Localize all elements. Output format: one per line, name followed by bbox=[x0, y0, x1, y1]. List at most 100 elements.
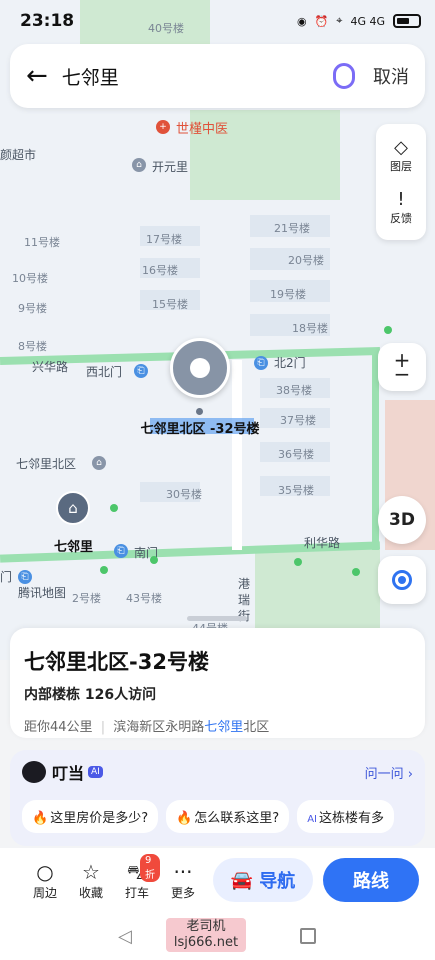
voice-mic-icon[interactable] bbox=[333, 63, 355, 89]
location-icon: ⌖ bbox=[336, 14, 343, 27]
address-prefix: 滨海新区永明路 bbox=[113, 720, 205, 735]
poi-north-gate2[interactable]: 北2门 bbox=[274, 354, 306, 371]
gate-icon: ⎗ bbox=[254, 356, 268, 370]
place-address: 距你44公里 | 滨海新区永明路七邻里北区 bbox=[24, 716, 411, 735]
address-suffix: 北区 bbox=[243, 720, 270, 735]
feedback-icon: ! bbox=[397, 189, 405, 210]
locate-icon bbox=[392, 570, 412, 590]
poi-supermarket[interactable]: 颜超市 bbox=[0, 146, 36, 163]
watermark: 老司机 lsj666.net bbox=[166, 918, 246, 952]
taxi-button[interactable]: 9折 ⛍ 打车 bbox=[114, 853, 160, 901]
poi-qilinli-north[interactable]: 七邻里北区 bbox=[16, 455, 76, 472]
building-label: 10号楼 bbox=[12, 272, 48, 285]
hospital-icon: + bbox=[156, 120, 170, 134]
building-label: 21号楼 bbox=[274, 222, 310, 235]
building-label: 11号楼 bbox=[24, 236, 60, 249]
ask-link[interactable]: 问一问 › bbox=[365, 763, 413, 782]
car-icon: 🚘 bbox=[230, 869, 254, 891]
question-chip[interactable]: 🔥 怎么联系这里? bbox=[166, 800, 290, 833]
cancel-button[interactable]: 取消 bbox=[373, 63, 409, 89]
back-arrow-icon[interactable]: ← bbox=[26, 61, 48, 91]
building-label: 15号楼 bbox=[152, 298, 188, 311]
status-bar: 23:18 ◉ ⏰ ⌖ 4G 4G bbox=[0, 0, 435, 42]
search-query[interactable]: 七邻里 bbox=[62, 63, 333, 90]
place-info-card[interactable]: 七邻里北区-32号楼 内部楼栋 126人访问 距你44公里 | 滨海新区永明路七… bbox=[10, 616, 425, 738]
search-icon: ○ bbox=[36, 859, 54, 884]
zoom-control[interactable]: + − bbox=[378, 343, 426, 391]
road-inner bbox=[232, 360, 242, 550]
map-tools-panel: ◇ 图层 ! 反馈 bbox=[376, 124, 426, 240]
drag-handle[interactable] bbox=[187, 616, 247, 621]
more-dots-icon: ··· bbox=[173, 859, 193, 884]
question-chip[interactable]: AI 这栋楼有多 bbox=[297, 800, 394, 833]
tree-dot bbox=[352, 568, 360, 576]
layers-button[interactable]: ◇ 图层 bbox=[390, 138, 412, 174]
map-logo: 腾讯地图 bbox=[18, 586, 67, 600]
network-indicator: 4G 4G bbox=[350, 14, 385, 28]
distance-text: 距你44公里 bbox=[24, 720, 93, 735]
gate-icon: ⎗ bbox=[134, 364, 148, 378]
building-label: 36号楼 bbox=[278, 448, 314, 461]
road-label-lihua: 利华路 bbox=[304, 536, 341, 550]
building-label: 43号楼 bbox=[126, 592, 162, 605]
system-back-icon[interactable]: ◁ bbox=[118, 926, 132, 947]
poi-northwest-gate[interactable]: 西北门 bbox=[86, 363, 122, 380]
route-button[interactable]: 路线 bbox=[323, 858, 419, 902]
fire-icon: 🔥 bbox=[176, 811, 193, 826]
building-label: 30号楼 bbox=[166, 488, 202, 501]
community-icon: ⌂ bbox=[132, 158, 146, 172]
feedback-label: 反馈 bbox=[390, 212, 412, 225]
action-label: 周边 bbox=[32, 885, 57, 900]
ai-name: 叮当 bbox=[52, 764, 85, 783]
poi-kaiyuanli[interactable]: 开元里 bbox=[152, 158, 188, 175]
action-label: 更多 bbox=[170, 885, 195, 900]
poi-hospital[interactable]: 世槿中医 bbox=[176, 118, 228, 137]
gate-icon: ⎗ bbox=[114, 544, 128, 558]
chip-text: 怎么联系这里? bbox=[194, 811, 280, 826]
zoom-out-icon[interactable]: − bbox=[394, 364, 411, 384]
divider: | bbox=[100, 720, 106, 735]
search-bar[interactable]: ← 七邻里 取消 bbox=[10, 44, 425, 108]
address-highlight: 七邻里 bbox=[204, 720, 244, 735]
alarm-icon: ⏰ bbox=[314, 14, 329, 28]
favorite-button[interactable]: ☆ 收藏 bbox=[68, 860, 114, 901]
recent-apps-icon[interactable] bbox=[300, 928, 316, 944]
status-time: 23:18 bbox=[20, 11, 75, 31]
action-label: 打车 bbox=[124, 885, 149, 900]
community-icon: ⌂ bbox=[92, 456, 106, 470]
building-label: 18号楼 bbox=[292, 322, 328, 335]
fire-icon: 🔥 bbox=[32, 811, 49, 826]
building-label: 37号楼 bbox=[280, 414, 316, 427]
pin-anchor-dot bbox=[196, 408, 203, 415]
more-button[interactable]: ··· 更多 bbox=[160, 860, 206, 901]
nearby-button[interactable]: ○ 周边 bbox=[22, 860, 68, 901]
building-label: 2号楼 bbox=[72, 592, 101, 605]
community-home-icon[interactable]: ⌂ bbox=[56, 491, 90, 525]
tree-dot bbox=[384, 326, 392, 334]
building-label: 9号楼 bbox=[18, 302, 47, 315]
building-label: 17号楼 bbox=[146, 233, 182, 246]
tree-dot bbox=[110, 504, 118, 512]
location-pin-icon[interactable] bbox=[170, 338, 230, 398]
3d-toggle-button[interactable]: 3D bbox=[378, 496, 426, 544]
layers-icon: ◇ bbox=[394, 137, 408, 158]
tree-dot bbox=[150, 556, 158, 564]
bottom-action-bar: ○ 周边 ☆ 收藏 9折 ⛍ 打车 ··· 更多 🚘 导航 路线 bbox=[0, 848, 435, 912]
feedback-button[interactable]: ! 反馈 bbox=[390, 190, 412, 226]
poi-qilinli[interactable]: 七邻里 bbox=[54, 536, 93, 555]
gate-icon: ⎗ bbox=[18, 570, 32, 584]
my-location-button[interactable] bbox=[378, 556, 426, 604]
watermark-line1: 老司机 bbox=[186, 919, 226, 934]
road-label-xinghua: 兴华路 bbox=[32, 360, 69, 374]
building-label: 35号楼 bbox=[278, 484, 314, 497]
navigate-button[interactable]: 🚘 导航 bbox=[213, 858, 313, 902]
building-label: 20号楼 bbox=[288, 254, 324, 267]
place-title: 七邻里北区-32号楼 bbox=[24, 650, 209, 674]
chip-text: 这里房价是多少? bbox=[50, 811, 149, 826]
star-icon: ☆ bbox=[82, 859, 100, 884]
navigate-label: 导航 bbox=[259, 871, 296, 892]
building-label: 16号楼 bbox=[142, 264, 178, 277]
selected-building-label: 七邻里北区 -32号楼 bbox=[140, 422, 260, 437]
question-chip[interactable]: 🔥 这里房价是多少? bbox=[22, 800, 159, 833]
poi-gate[interactable]: 门 bbox=[0, 568, 12, 585]
